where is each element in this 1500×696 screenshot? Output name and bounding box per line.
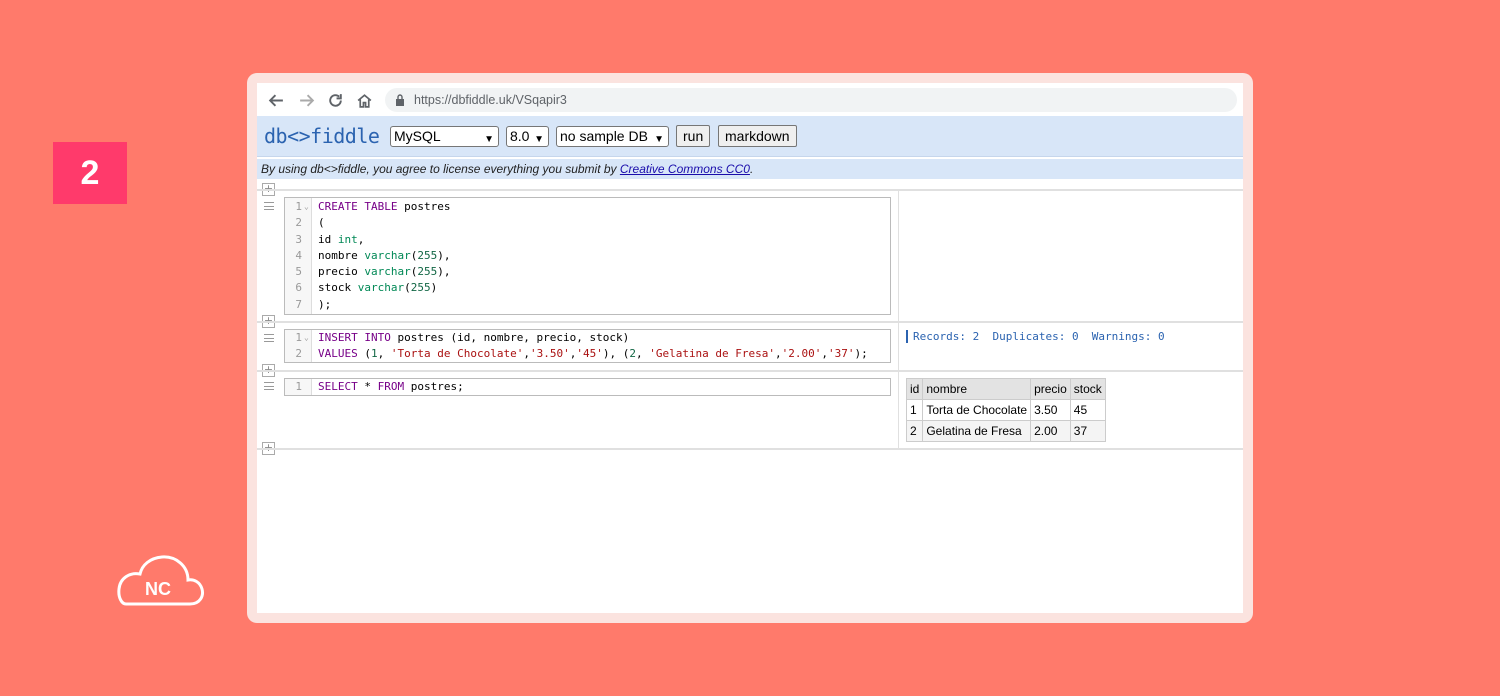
table-cell: 2.00 (1030, 420, 1071, 442)
fold-arrow-icon: ⌄ (304, 202, 309, 211)
table-cell: 45 (1069, 399, 1106, 421)
browser-toolbar: https://dbfiddle.uk/VSqapir3 (257, 83, 1243, 116)
sql-editor-create[interactable]: 1 ⌄ CREATE TABLE postres 2( 3 id int, 4 nomb… (284, 197, 891, 315)
insert-result-message: Records: 2 Duplicates: 0 Warnings: 0 (906, 330, 1165, 343)
db-version-select[interactable]: 8.0 ▼ (506, 126, 549, 147)
address-bar[interactable]: https://dbfiddle.uk/VSqapir3 (385, 88, 1237, 112)
table-row: 1 Torta de Chocolate 3.50 45 (905, 399, 1106, 421)
markdown-button[interactable]: markdown (718, 125, 797, 147)
chevron-down-icon: ▼ (654, 134, 664, 145)
code-line: 1 ⌄ INSERT INTO postres (id, nombre, preci… (295, 331, 630, 344)
code-line: 5 precio varchar(255), (295, 265, 451, 279)
db-engine-value: MySQL (394, 128, 441, 144)
code-line: 1 SELECT * FROM postres; (295, 380, 464, 393)
sample-db-value: no sample DB (560, 128, 648, 144)
column-header: id (905, 378, 924, 400)
sql-editor-insert[interactable]: 1 ⌄ INSERT INTO postres (id, nombre, preci… (284, 329, 891, 363)
divider (257, 321, 1243, 323)
browser-window: https://dbfiddle.uk/VSqapir3 db<>fiddle … (257, 83, 1243, 613)
code-line: 3 id int, (295, 232, 365, 246)
table-header-row: id nombre precio stock (905, 378, 1106, 400)
table-cell: 2 (905, 420, 924, 442)
license-notice: By using db<>fiddle, you agree to licens… (257, 159, 1243, 179)
sample-db-select[interactable]: no sample DB ▼ (556, 126, 669, 147)
license-end: . (749, 162, 754, 176)
column-header: precio (1030, 378, 1071, 400)
db-engine-select[interactable]: MySQL ▼ (390, 126, 499, 147)
step-badge: 2 (53, 142, 127, 204)
table-row: 2 Gelatina de Fresa 2.00 37 (905, 420, 1106, 442)
result-table: id nombre precio stock 1 Torta de Chocol… (905, 378, 1106, 442)
chevron-down-icon: ▼ (534, 134, 544, 145)
column-header: stock (1069, 378, 1106, 400)
app-logo[interactable]: db<>fiddle (264, 124, 380, 148)
code-line: 4 nombre varchar(255), (295, 248, 451, 262)
run-button[interactable]: run (676, 125, 711, 147)
url-text: https://dbfiddle.uk/VSqapir3 (414, 93, 567, 107)
table-cell: 1 (905, 399, 924, 421)
code-line: 6 stock varchar(255) (295, 281, 438, 295)
chevron-down-icon: ▼ (484, 134, 494, 145)
column-divider (898, 191, 899, 448)
home-icon[interactable] (353, 89, 375, 111)
divider (257, 370, 1243, 372)
code-line: 2( (295, 216, 325, 230)
fiddle-toolbar: db<>fiddle MySQL ▼ 8.0 ▼ no sample DB ▼ … (257, 116, 1243, 157)
db-version-value: 8.0 (510, 128, 530, 144)
back-arrow-icon[interactable] (265, 89, 287, 111)
table-cell: 3.50 (1030, 399, 1071, 421)
drag-handle-icon[interactable] (264, 334, 274, 342)
table-cell: Gelatina de Fresa (922, 420, 1032, 442)
divider (257, 448, 1243, 450)
fold-arrow-icon: ⌄ (304, 333, 309, 342)
drag-handle-icon[interactable] (264, 382, 274, 390)
reload-icon[interactable] (324, 89, 346, 111)
license-text: By using db<>fiddle, you agree to licens… (261, 162, 620, 176)
license-link[interactable]: Creative Commons CC0 (620, 162, 750, 176)
table-cell: Torta de Chocolate (922, 399, 1032, 421)
code-line: 7); (295, 297, 332, 311)
lock-icon (396, 94, 404, 106)
drag-handle-icon[interactable] (264, 202, 274, 210)
logo-text: NC (145, 579, 171, 599)
sql-editor-select[interactable]: 1 SELECT * FROM postres; (284, 378, 891, 396)
forward-arrow-icon[interactable] (295, 89, 317, 111)
column-header: nombre (922, 378, 1032, 400)
code-line: 2 VALUES (1, 'Torta de Chocolate','3.50',… (295, 347, 868, 361)
table-cell: 37 (1069, 420, 1106, 442)
cloud-logo-icon: NC (117, 555, 204, 606)
divider (257, 189, 1243, 191)
code-line: 1 ⌄ CREATE TABLE postres (295, 200, 451, 213)
